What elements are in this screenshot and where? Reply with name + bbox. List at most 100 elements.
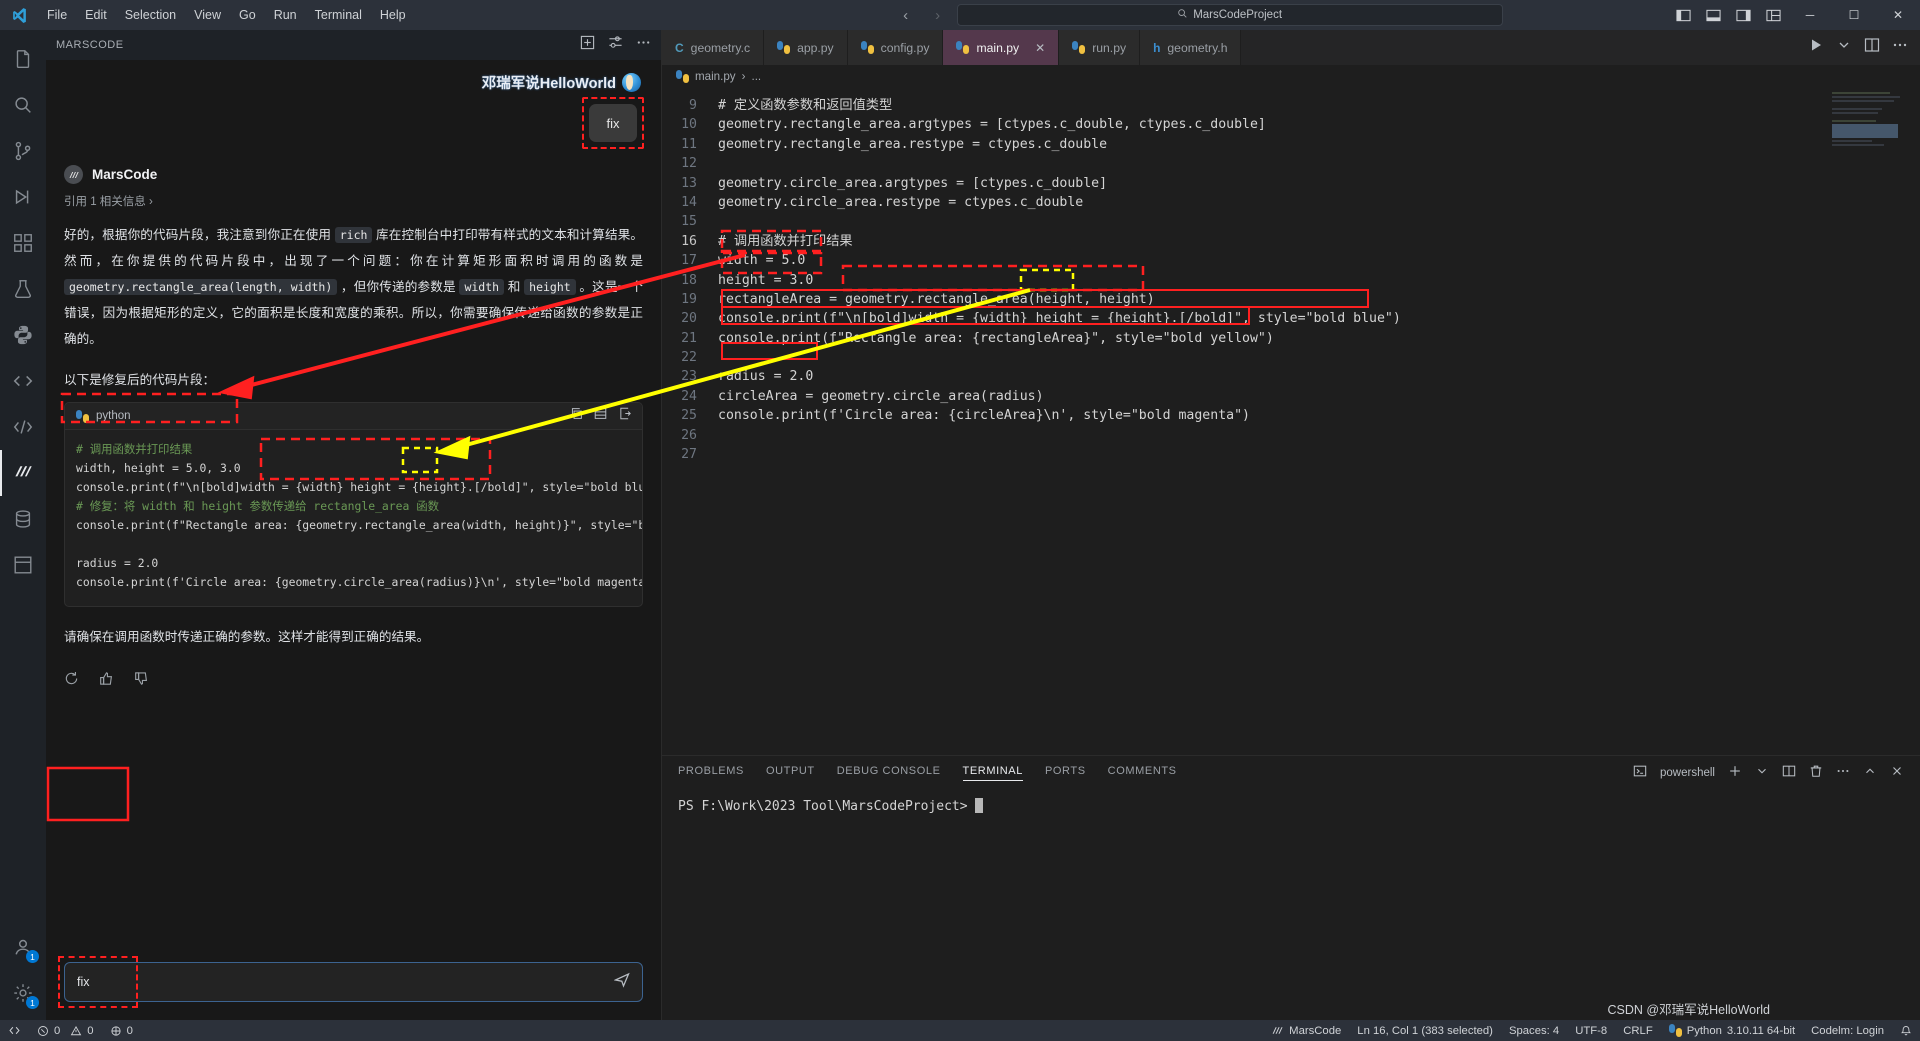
diff-icon[interactable] [594, 407, 607, 425]
sidebar-item-database[interactable] [0, 496, 46, 542]
run-icon[interactable] [1808, 37, 1824, 58]
send-icon[interactable] [613, 972, 630, 993]
panel-tab-ports[interactable]: PORTS [1045, 765, 1086, 780]
window-close-button[interactable]: ✕ [1876, 0, 1920, 30]
status-cursor-position[interactable]: Ln 16, Col 1 (383 selected) [1349, 1020, 1501, 1041]
terminal-shell-label[interactable]: powershell [1660, 767, 1715, 779]
toggle-secondary-sidebar-icon[interactable] [1728, 0, 1758, 30]
tab-run-py[interactable]: run.py [1059, 30, 1141, 65]
menu-file[interactable]: File [38, 5, 76, 25]
editor-vertical-scrollbar[interactable] [1906, 88, 1920, 755]
panel-tab-output[interactable]: OUTPUT [766, 765, 815, 780]
window-minimize-button[interactable]: ─ [1788, 0, 1832, 30]
sidebar-item-remote[interactable] [0, 404, 46, 450]
thumbs-up-icon[interactable] [99, 671, 114, 691]
chat-panel-actions[interactable] [580, 35, 651, 55]
new-terminal-icon[interactable] [1728, 764, 1742, 781]
copy-icon[interactable] [570, 407, 583, 425]
code-block-actions[interactable] [570, 407, 631, 425]
sidebar-item-explorer[interactable] [0, 36, 46, 82]
chat-input[interactable]: fix [77, 975, 614, 989]
sidebar-item-search[interactable] [0, 82, 46, 128]
split-terminal-icon[interactable] [1782, 764, 1796, 781]
status-encoding[interactable]: UTF-8 [1567, 1020, 1615, 1041]
tab-geometry-h[interactable]: h geometry.h [1140, 30, 1242, 65]
problems-indicator[interactable]: 0 0 [29, 1020, 102, 1041]
menu-terminal[interactable]: Terminal [306, 5, 371, 25]
chat-more-icon[interactable] [636, 35, 651, 55]
nav-forward-icon[interactable]: › [927, 7, 949, 24]
tab-geometry-c[interactable]: C geometry.c [662, 30, 765, 65]
settings-gear-icon[interactable]: 1 [0, 970, 46, 1016]
customize-layout-icon[interactable] [1758, 0, 1788, 30]
breadcrumb-tail[interactable]: ... [751, 70, 761, 83]
sidebar-item-source-control[interactable] [0, 128, 46, 174]
message-reactions[interactable] [64, 671, 643, 691]
status-indentation[interactable]: Spaces: 4 [1501, 1020, 1567, 1041]
toggle-primary-sidebar-icon[interactable] [1668, 0, 1698, 30]
menu-bar[interactable]: File Edit Selection View Go Run Terminal… [38, 5, 415, 25]
code-editor[interactable]: 9 # 定义函数参数和返回值类型 10 geometry.rectangle_are… [662, 88, 1920, 755]
ports-indicator[interactable]: 0 [102, 1020, 141, 1041]
trash-icon[interactable] [1809, 764, 1823, 781]
status-marscode[interactable]: MarsCode [1263, 1020, 1349, 1041]
menu-help[interactable]: Help [371, 5, 415, 25]
menu-selection[interactable]: Selection [116, 5, 185, 25]
tab-close-icon[interactable]: ✕ [1035, 41, 1045, 55]
menu-run[interactable]: Run [265, 5, 306, 25]
panel-tab-terminal[interactable]: TERMINAL [962, 765, 1023, 781]
panel-tab-bar[interactable]: PROBLEMS OUTPUT DEBUG CONSOLE TERMINAL P… [662, 756, 1920, 789]
remote-indicator[interactable] [0, 1020, 29, 1041]
sidebar-item-marscode[interactable] [0, 450, 46, 496]
tab-main-py[interactable]: main.py ✕ [943, 30, 1060, 65]
panel-close-icon[interactable] [1890, 764, 1904, 781]
split-editor-icon[interactable] [1864, 37, 1880, 58]
command-search-bar[interactable]: MarsCodeProject [956, 4, 1503, 26]
citation-link[interactable]: 引用 1 相关信息 › [64, 193, 643, 209]
thumbs-down-icon[interactable] [134, 671, 149, 691]
menu-edit[interactable]: Edit [76, 5, 116, 25]
panel-more-icon[interactable] [1836, 764, 1850, 781]
window-maximize-button[interactable]: ☐ [1832, 0, 1876, 30]
toggle-panel-icon[interactable] [1698, 0, 1728, 30]
sidebar-item-testing[interactable] [0, 266, 46, 312]
chevron-down-icon[interactable] [1755, 764, 1769, 781]
fix-quick-action-chip[interactable]: fix [589, 104, 637, 142]
panel-tab-problems[interactable]: PROBLEMS [678, 765, 744, 780]
tab-config-py[interactable]: config.py [847, 30, 944, 65]
sidebar-item-run-and-debug[interactable] [0, 174, 46, 220]
insert-icon[interactable] [618, 407, 631, 425]
account-icon[interactable]: 1 [0, 924, 46, 970]
chevron-down-icon[interactable] [1836, 37, 1852, 58]
chat-input-row[interactable]: fix [64, 962, 643, 1002]
sidebar-item-code[interactable] [0, 358, 46, 404]
bell-icon[interactable] [1892, 1020, 1920, 1041]
panel-tab-comments[interactable]: COMMENTS [1108, 765, 1177, 780]
new-chat-icon[interactable] [580, 35, 595, 55]
sidebar-item-extensions[interactable] [0, 220, 46, 266]
h-file-icon: h [1153, 40, 1161, 55]
editor-more-icon[interactable] [1892, 37, 1908, 58]
status-codelm-login[interactable]: Codelm: Login [1803, 1020, 1892, 1041]
sidebar-item-python[interactable] [0, 312, 46, 358]
editor-tab-bar[interactable]: C geometry.c app.py config.py main.py ✕ … [662, 30, 1920, 65]
nav-back-icon[interactable]: ‹ [895, 7, 917, 24]
breadcrumb-file[interactable]: main.py [695, 70, 736, 83]
panel-actions[interactable]: powershell [1633, 764, 1904, 781]
breadcrumb[interactable]: main.py › ... [662, 65, 1920, 88]
sidebar-item-layout[interactable] [0, 542, 46, 588]
editor-actions[interactable] [1796, 30, 1920, 65]
refresh-icon[interactable] [64, 671, 79, 691]
chevron-up-icon[interactable] [1863, 764, 1877, 781]
menu-view[interactable]: View [185, 5, 230, 25]
chat-settings-icon[interactable] [608, 35, 623, 55]
tab-app-py[interactable]: app.py [764, 30, 848, 65]
terminal-output[interactable]: PS F:\Work\2023 Tool\MarsCodeProject> [662, 789, 1920, 1020]
code-row: 14 geometry.circle_area.restype = ctypes.… [662, 193, 1920, 212]
status-eol[interactable]: CRLF [1615, 1020, 1661, 1041]
fixed-snippet-intro: 以下是修复后的代码片段： [64, 373, 216, 387]
editor-minimap[interactable] [1832, 92, 1906, 242]
panel-tab-debug-console[interactable]: DEBUG CONSOLE [837, 765, 941, 780]
status-language-mode[interactable]: Python 3.10.11 64-bit [1661, 1020, 1803, 1041]
menu-go[interactable]: Go [230, 5, 265, 25]
